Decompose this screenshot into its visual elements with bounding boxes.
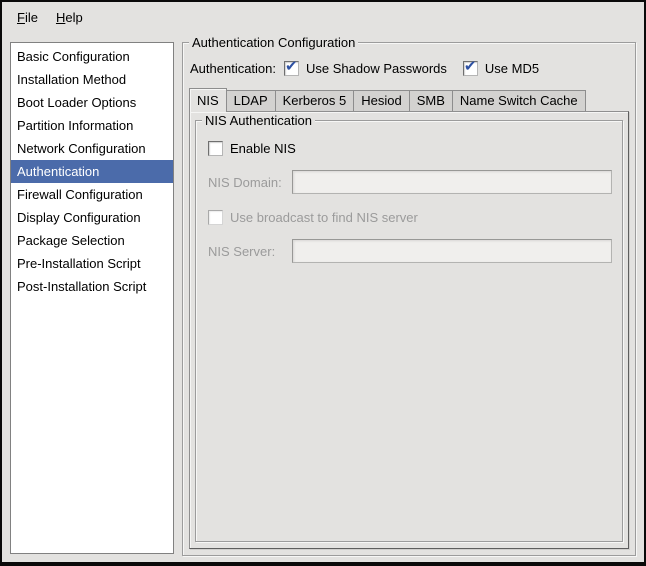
use-shadow-passwords-label: Use Shadow Passwords <box>306 61 447 76</box>
sidebar-item-authentication[interactable]: Authentication <box>11 160 173 183</box>
use-md5-checkbox[interactable]: ✔ <box>463 61 478 76</box>
sidebar-list: Basic Configuration Installation Method … <box>10 42 174 554</box>
nis-authentication-frame-label: NIS Authentication <box>202 113 315 128</box>
authentication-label: Authentication: <box>190 61 276 76</box>
sidebar-item-display-configuration[interactable]: Display Configuration <box>11 206 173 229</box>
authentication-configuration-frame: Authentication Configuration Authenticat… <box>182 42 636 556</box>
enable-nis-row: ✔ Enable NIS <box>208 141 614 156</box>
enable-nis-label: Enable NIS <box>230 141 296 156</box>
checkmark-icon: ✔ <box>285 58 298 75</box>
menu-file[interactable]: File <box>8 6 47 29</box>
use-md5-option: ✔ Use MD5 <box>463 61 539 76</box>
nis-domain-row: NIS Domain: <box>208 170 612 194</box>
kickstart-configurator-window: File Help Basic Configuration Installati… <box>0 0 646 566</box>
use-broadcast-checkbox: ✔ <box>208 210 223 225</box>
use-shadow-passwords-option: ✔ Use Shadow Passwords <box>284 61 447 76</box>
menu-bar: File Help <box>2 2 644 32</box>
menu-file-mnemonic: F <box>17 10 25 25</box>
nis-tab-page: NIS Authentication ✔ Enable NIS NIS Doma… <box>189 111 629 549</box>
nis-server-row: NIS Server: <box>208 239 612 263</box>
tab-ldap[interactable]: LDAP <box>226 90 276 111</box>
main-panel: Authentication Configuration Authenticat… <box>182 34 636 556</box>
sidebar-item-post-installation-script[interactable]: Post-Installation Script <box>11 275 173 298</box>
menu-file-rest: ile <box>25 10 38 25</box>
nis-domain-input <box>292 170 612 194</box>
use-md5-label: Use MD5 <box>485 61 539 76</box>
checkmark-icon: ✔ <box>464 58 477 75</box>
nis-server-input <box>292 239 612 263</box>
authentication-configuration-frame-label: Authentication Configuration <box>189 35 358 50</box>
tab-smb[interactable]: SMB <box>409 90 453 111</box>
sidebar-item-firewall-configuration[interactable]: Firewall Configuration <box>11 183 173 206</box>
auth-notebook: NIS LDAP Kerberos 5 Hesiod SMB Name Swit… <box>189 88 629 549</box>
content-area: Basic Configuration Installation Method … <box>2 32 644 562</box>
nis-domain-label: NIS Domain: <box>208 175 292 190</box>
tab-hesiod[interactable]: Hesiod <box>353 90 409 111</box>
menu-help[interactable]: Help <box>47 6 92 29</box>
use-broadcast-label: Use broadcast to find NIS server <box>230 210 418 225</box>
menu-help-mnemonic: H <box>56 10 65 25</box>
sidebar-item-basic-configuration[interactable]: Basic Configuration <box>11 45 173 68</box>
use-shadow-passwords-checkbox[interactable]: ✔ <box>284 61 299 76</box>
nis-authentication-frame: NIS Authentication ✔ Enable NIS NIS Doma… <box>195 120 623 542</box>
sidebar-item-pre-installation-script[interactable]: Pre-Installation Script <box>11 252 173 275</box>
auth-tab-bar: NIS LDAP Kerberos 5 Hesiod SMB Name Swit… <box>189 88 629 111</box>
sidebar-item-network-configuration[interactable]: Network Configuration <box>11 137 173 160</box>
sidebar-item-boot-loader-options[interactable]: Boot Loader Options <box>11 91 173 114</box>
enable-nis-checkbox[interactable]: ✔ <box>208 141 223 156</box>
sidebar-item-partition-information[interactable]: Partition Information <box>11 114 173 137</box>
authentication-options-row: Authentication: ✔ Use Shadow Passwords ✔… <box>190 61 629 76</box>
nis-server-label: NIS Server: <box>208 244 292 259</box>
tab-name-switch-cache[interactable]: Name Switch Cache <box>452 90 586 111</box>
menu-help-rest: elp <box>65 10 82 25</box>
sidebar-item-package-selection[interactable]: Package Selection <box>11 229 173 252</box>
use-broadcast-row: ✔ Use broadcast to find NIS server <box>208 210 614 225</box>
tab-nis[interactable]: NIS <box>189 88 227 112</box>
sidebar-item-installation-method[interactable]: Installation Method <box>11 68 173 91</box>
tab-kerberos-5[interactable]: Kerberos 5 <box>275 90 355 111</box>
